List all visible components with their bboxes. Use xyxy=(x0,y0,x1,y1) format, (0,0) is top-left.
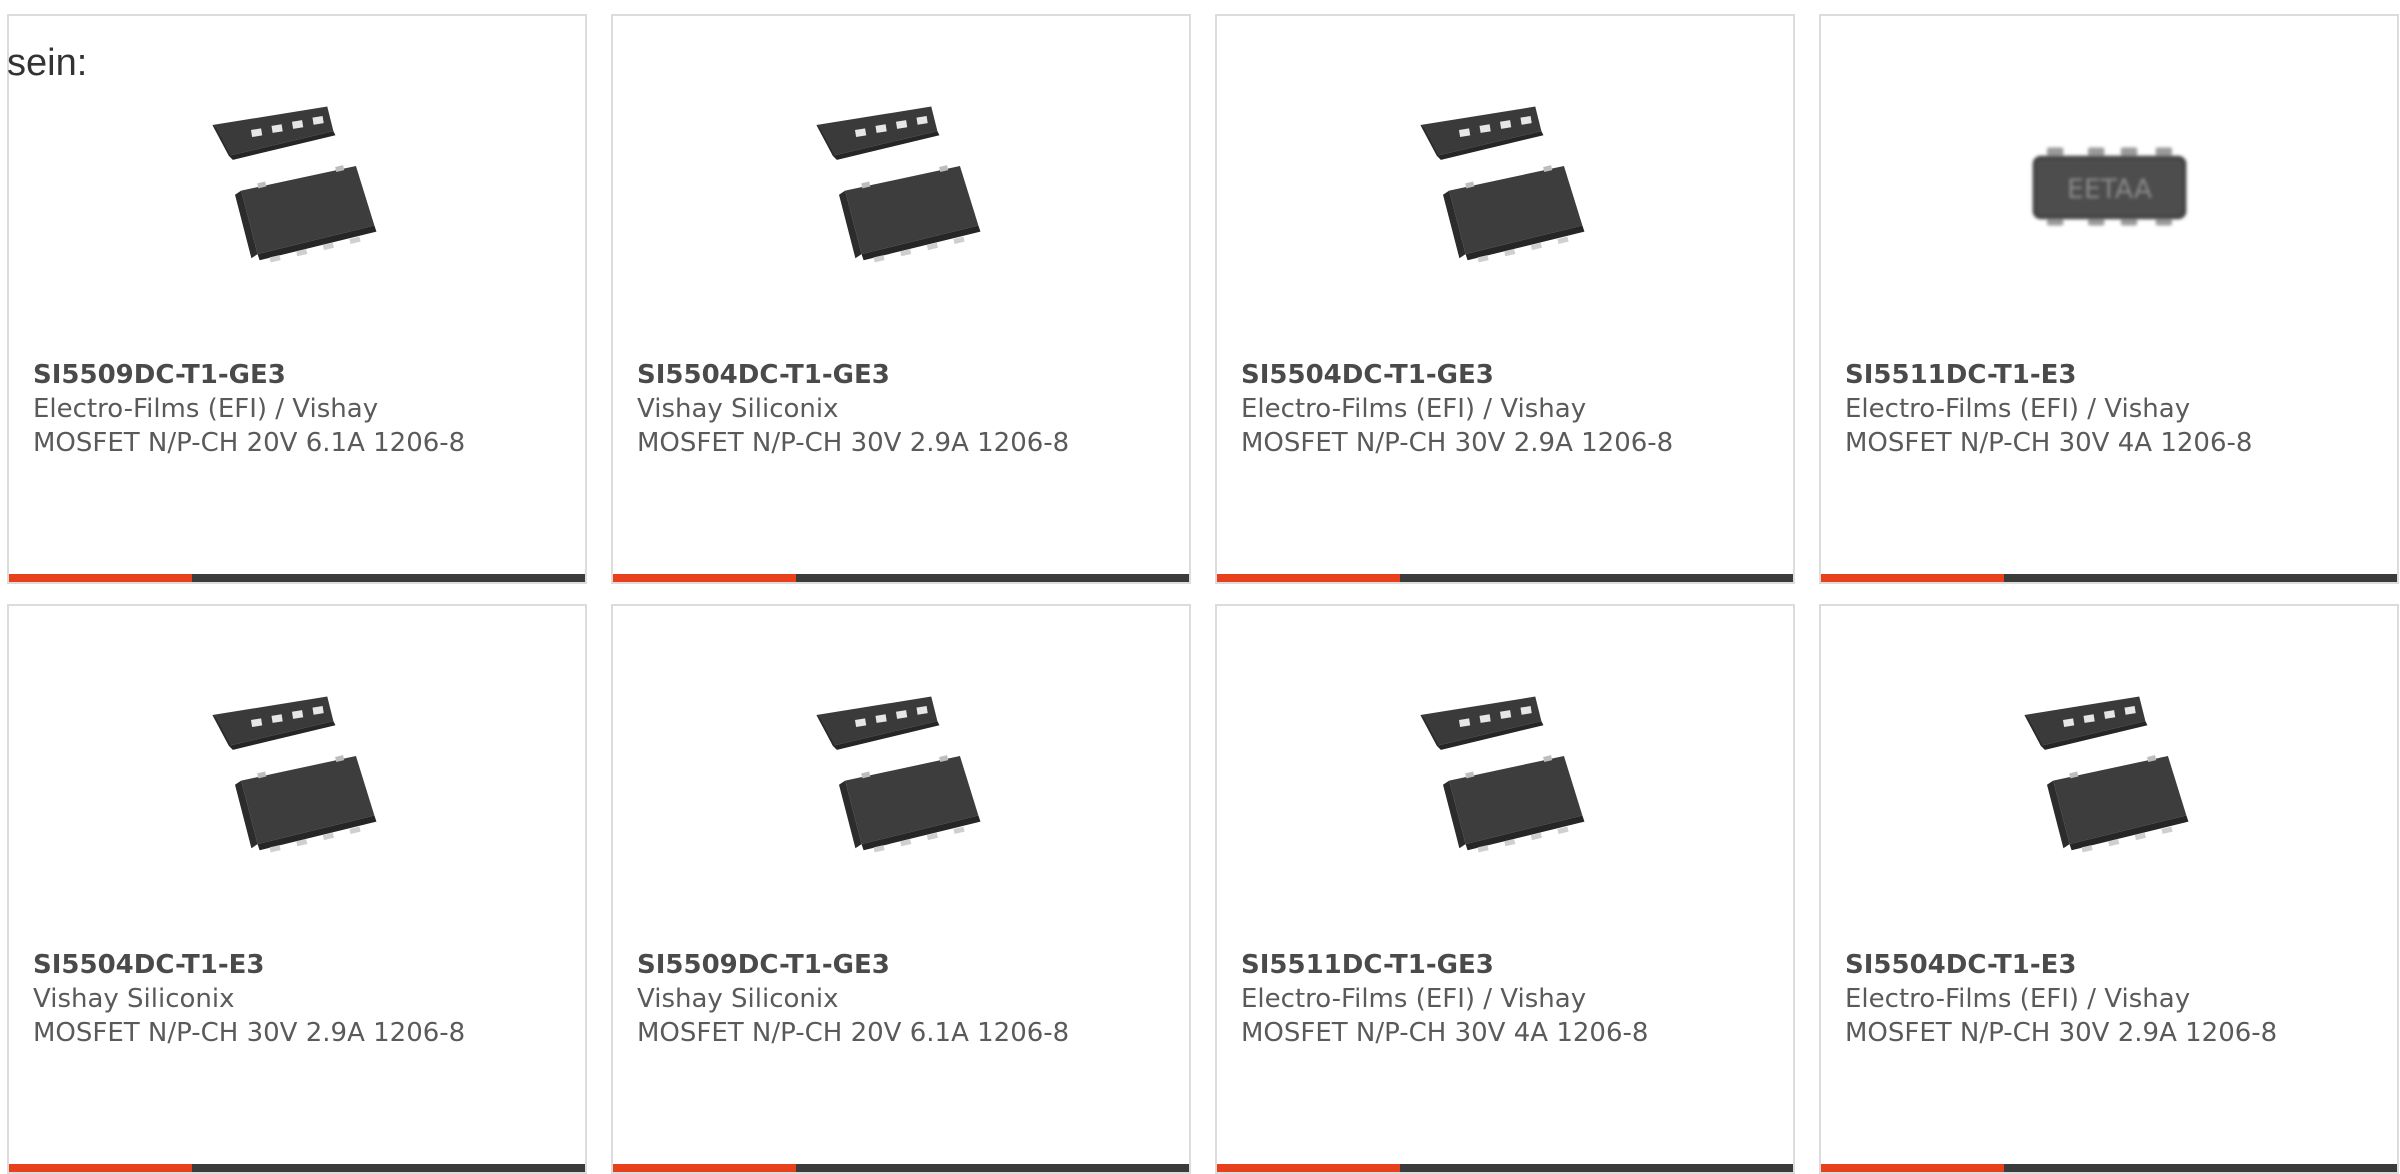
chip-top-view-image: EETAA xyxy=(2032,147,2187,226)
accent-segment xyxy=(613,574,796,582)
product-card[interactable]: SI5504DC-T1-E3 Electro-Films (EFI) / Vis… xyxy=(1819,604,2399,1174)
manufacturer: Vishay Siliconix xyxy=(637,394,839,424)
chipfet-package-image xyxy=(212,106,377,263)
part-number[interactable]: SI5511DC-T1-E3 xyxy=(1845,358,2387,392)
product-card[interactable]: SI5509DC-T1-GE3 Vishay Siliconix MOSFET … xyxy=(611,604,1191,1174)
part-number[interactable]: SI5509DC-T1-GE3 xyxy=(637,948,1179,982)
product-info: SI5511DC-T1-GE3 Electro-Films (EFI) / Vi… xyxy=(1241,948,1783,1050)
product-grid: SI5509DC-T1-GE3 Electro-Films (EFI) / Vi… xyxy=(7,14,2400,1174)
manufacturer: Electro-Films (EFI) / Vishay xyxy=(33,394,379,424)
product-description: MOSFET N/P-CH 30V 2.9A 1206-8 xyxy=(1241,428,1674,458)
product-description: MOSFET N/P-CH 20V 6.1A 1206-8 xyxy=(33,428,466,458)
accent-segment xyxy=(1217,574,1400,582)
manufacturer: Electro-Films (EFI) / Vishay xyxy=(1241,394,1587,424)
manufacturer: Vishay Siliconix xyxy=(33,984,235,1014)
chipfet-package-image xyxy=(1420,696,1585,853)
accent-segment xyxy=(613,1164,796,1172)
part-number[interactable]: SI5509DC-T1-GE3 xyxy=(33,358,575,392)
product-info: SI5504DC-T1-E3 Electro-Films (EFI) / Vis… xyxy=(1845,948,2387,1050)
accent-segment xyxy=(9,574,192,582)
chipfet-package-image xyxy=(816,696,981,853)
manufacturer: Electro-Films (EFI) / Vishay xyxy=(1241,984,1587,1014)
chipfet-package-image xyxy=(1420,106,1585,263)
product-card[interactable]: SI5509DC-T1-GE3 Electro-Films (EFI) / Vi… xyxy=(7,14,587,584)
product-card[interactable]: EETAA SI5511DC-T1-E3 Electro-Films (EFI)… xyxy=(1819,14,2399,584)
card-accent-bar xyxy=(9,574,585,582)
accent-segment xyxy=(9,1164,192,1172)
product-description: MOSFET N/P-CH 30V 4A 1206-8 xyxy=(1241,1018,1649,1048)
chipfet-package-image xyxy=(816,106,981,263)
card-accent-bar xyxy=(1217,1164,1793,1172)
part-number[interactable]: SI5504DC-T1-E3 xyxy=(1845,948,2387,982)
accent-segment xyxy=(1821,574,2004,582)
product-info: SI5511DC-T1-E3 Electro-Films (EFI) / Vis… xyxy=(1845,358,2387,460)
product-description: MOSFET N/P-CH 30V 4A 1206-8 xyxy=(1845,428,2253,458)
svg-text:EETAA: EETAA xyxy=(2067,174,2152,205)
product-info: SI5504DC-T1-GE3 Vishay Siliconix MOSFET … xyxy=(637,358,1179,460)
card-accent-bar xyxy=(1217,574,1793,582)
product-info: SI5504DC-T1-E3 Vishay Siliconix MOSFET N… xyxy=(33,948,575,1050)
product-description: MOSFET N/P-CH 30V 2.9A 1206-8 xyxy=(637,428,1070,458)
part-number[interactable]: SI5504DC-T1-E3 xyxy=(33,948,575,982)
product-description: MOSFET N/P-CH 30V 2.9A 1206-8 xyxy=(33,1018,466,1048)
card-accent-bar xyxy=(9,1164,585,1172)
part-number[interactable]: SI5511DC-T1-GE3 xyxy=(1241,948,1783,982)
accent-segment xyxy=(1821,1164,2004,1172)
product-card[interactable]: SI5511DC-T1-GE3 Electro-Films (EFI) / Vi… xyxy=(1215,604,1795,1174)
product-card[interactable]: SI5504DC-T1-GE3 Electro-Films (EFI) / Vi… xyxy=(1215,14,1795,584)
manufacturer: Vishay Siliconix xyxy=(637,984,839,1014)
chipfet-package-image xyxy=(212,696,377,853)
product-description: MOSFET N/P-CH 20V 6.1A 1206-8 xyxy=(637,1018,1070,1048)
product-card[interactable]: SI5504DC-T1-GE3 Vishay Siliconix MOSFET … xyxy=(611,14,1191,584)
product-info: SI5509DC-T1-GE3 Vishay Siliconix MOSFET … xyxy=(637,948,1179,1050)
part-number[interactable]: SI5504DC-T1-GE3 xyxy=(637,358,1179,392)
card-accent-bar xyxy=(1821,574,2397,582)
chipfet-package-image xyxy=(2024,696,2189,853)
accent-segment xyxy=(1217,1164,1400,1172)
product-card[interactable]: SI5504DC-T1-E3 Vishay Siliconix MOSFET N… xyxy=(7,604,587,1174)
product-info: SI5509DC-T1-GE3 Electro-Films (EFI) / Vi… xyxy=(33,358,575,460)
product-description: MOSFET N/P-CH 30V 2.9A 1206-8 xyxy=(1845,1018,2278,1048)
product-info: SI5504DC-T1-GE3 Electro-Films (EFI) / Vi… xyxy=(1241,358,1783,460)
card-accent-bar xyxy=(1821,1164,2397,1172)
manufacturer: Electro-Films (EFI) / Vishay xyxy=(1845,984,2191,1014)
part-number[interactable]: SI5504DC-T1-GE3 xyxy=(1241,358,1783,392)
card-accent-bar xyxy=(613,1164,1189,1172)
intro-text: sein: xyxy=(7,42,88,84)
card-accent-bar xyxy=(613,574,1189,582)
manufacturer: Electro-Films (EFI) / Vishay xyxy=(1845,394,2191,424)
